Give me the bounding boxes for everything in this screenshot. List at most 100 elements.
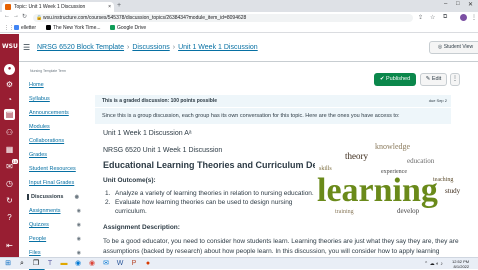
history-icon[interactable]: ◷ (4, 178, 15, 189)
course-nav-item-input-final-grades[interactable]: Input Final Grades (29, 180, 84, 186)
course-nav: Nursing Template Term Home Syllabus Announ… (19, 62, 87, 270)
cloud-word: teaching (433, 177, 453, 183)
tab-close-icon[interactable]: × (108, 2, 111, 12)
bookmark-item[interactable]: elletter (14, 24, 36, 33)
dashboard-icon[interactable]: ◔ (4, 94, 15, 105)
discussion-heading: Educational Learning Theories and Curric… (103, 160, 337, 170)
course-nav-item-quizzes[interactable]: Quizzes ◉ (29, 222, 84, 228)
bookmark-favicon-icon (46, 25, 51, 30)
discussion-subtitle: NRSG 6520 Unit 1 Week 1 Discussion (103, 147, 223, 154)
bookmark-favicon-icon (110, 25, 115, 30)
course-nav-item-discussions[interactable]: Discussions ◉ (27, 194, 82, 200)
visibility-icon: ◉ (76, 250, 81, 256)
cloud-word: learning (317, 172, 438, 209)
global-nav: WSU ● ⚙ ◔ ▤ ⚇ ▦ ✉ 10 ◷ ↻ ? ⇤ (0, 34, 19, 257)
windows-start-icon[interactable]: ⊞ (4, 260, 12, 268)
profile-avatar[interactable] (460, 14, 467, 21)
assignment-heading: Assignment Description: (103, 224, 180, 231)
collapse-nav-icon[interactable]: ⇤ (4, 240, 15, 251)
powerpoint-icon[interactable]: P (130, 260, 138, 268)
assignment-description: To be a good educator, you need to consi… (103, 238, 459, 255)
os-taskbar: ⊞ ⌕ ❐ T ▬ ◉ ◉ ✉ W P ● ⌃ ☁ ◐ ♪ 12:52 PM 8… (0, 257, 478, 269)
course-nav-item-home[interactable]: Home (29, 82, 84, 88)
discussion-title: Unit 1 Week 1 Discussion Aᵃ (103, 130, 192, 137)
bookmark-item[interactable]: The New York Time... (46, 24, 101, 33)
course-nav-item-modules[interactable]: Modules (29, 124, 84, 130)
commons-icon[interactable]: ↻ (4, 195, 15, 206)
chrome-icon[interactable]: ◉ (88, 260, 96, 268)
minimize-icon[interactable]: – (444, 1, 447, 7)
lock-icon: 🔒 (36, 15, 43, 21)
course-nav-item-grades[interactable]: Grades (29, 152, 84, 158)
app-icon[interactable]: ● (144, 260, 152, 268)
bookmark-favicon-icon (14, 25, 19, 30)
canvas-favicon-icon (5, 4, 11, 10)
tab-title: Topic: Unit 1 Week 1 Discussion (14, 4, 86, 10)
word-icon[interactable]: W (116, 260, 124, 268)
cloud-word: education (407, 157, 435, 165)
course-nav-item-student-resources[interactable]: Student Resources (29, 166, 84, 172)
visibility-icon: ◉ (74, 194, 79, 200)
account-avatar[interactable]: ● (4, 64, 15, 75)
course-header: ☰ NRSG 6520 Block Template › Discussions › U… (19, 34, 478, 61)
published-button[interactable]: ✔ Published (374, 73, 416, 86)
reload-icon[interactable]: ↻ (22, 13, 27, 20)
immersive-reader-icon[interactable]: Aᵃ (184, 130, 191, 137)
course-nav-item-files[interactable]: Files ◉ (29, 250, 84, 256)
inbox-badge: 10 (11, 159, 18, 164)
breadcrumb: NRSG 6520 Block Template › Discussions › Uni… (37, 44, 258, 51)
new-tab-button[interactable]: + (117, 2, 121, 10)
edge-icon[interactable]: ◉ (74, 260, 82, 268)
taskbar-clock[interactable]: 12:52 PM 8/1/2022 (452, 259, 469, 269)
list-item: 1. Analyze a variety of learning theories… (105, 190, 314, 197)
cloud-word: knowledge (375, 142, 411, 151)
outcomes-heading: Unit Outcome(s): (103, 177, 156, 184)
window-close-icon[interactable]: ✕ (468, 1, 473, 8)
forward-icon[interactable]: → (13, 13, 19, 19)
cloud-word: theory (345, 151, 368, 161)
system-tray[interactable]: ⌃ ☁ ◐ ♪ (424, 261, 443, 267)
hamburger-menu-icon[interactable]: ☰ (23, 43, 30, 52)
course-nav-item-announcements[interactable]: Announcements (29, 110, 84, 116)
course-term: Nursing Template Term (30, 69, 66, 73)
back-icon[interactable]: ← (4, 13, 10, 19)
outlook-icon[interactable]: ✉ (102, 260, 110, 268)
more-options-button[interactable]: ⋮ (450, 73, 460, 86)
breadcrumb-course[interactable]: NRSG 6520 Block Template (37, 44, 124, 51)
bookmark-star-icon[interactable]: ☆ (430, 14, 435, 21)
bookmark-item[interactable]: Google Drive (110, 24, 146, 33)
bookmarks-bar: ⋮⋮ elletter The New York Time... Google … (0, 24, 478, 33)
group-info-notice: Since this is a group discussion, each g… (95, 108, 451, 124)
graded-notice: This is a graded discussion: 100 points … (95, 95, 451, 107)
inbox-icon[interactable]: ✉ 10 (4, 159, 18, 172)
browser-tab[interactable]: Topic: Unit 1 Week 1 Discussion × (2, 2, 114, 12)
course-nav-item-syllabus[interactable]: Syllabus (29, 96, 84, 102)
breadcrumb-topic[interactable]: Unit 1 Week 1 Discussion (178, 44, 258, 51)
task-view-icon[interactable]: ❐ (32, 260, 40, 268)
discussion-actions: ✔ Published ✎ Edit ⋮ (87, 62, 478, 90)
groups-icon[interactable]: ⚇ (4, 127, 15, 138)
help-icon[interactable]: ? (4, 212, 15, 223)
browser-menu-icon[interactable]: ⋮ (471, 14, 477, 21)
teams-icon[interactable]: T (46, 260, 54, 268)
search-icon[interactable]: ⌕ (18, 260, 26, 268)
due-date: due Sep 2 (428, 98, 447, 103)
course-nav-item-people[interactable]: People ◉ (29, 236, 84, 242)
learning-word-cloud-image: knowledge theory education skills experi… (315, 137, 465, 222)
calendar-icon[interactable]: ▦ (4, 144, 15, 155)
course-nav-item-collaborations[interactable]: Collaborations (29, 138, 84, 144)
visibility-icon: ◉ (76, 236, 81, 242)
admin-icon[interactable]: ⚙ (4, 79, 15, 90)
course-nav-item-assignments[interactable]: Assignments ◉ (29, 208, 84, 214)
file-explorer-icon[interactable]: ▬ (60, 260, 68, 268)
apps-icon[interactable]: ⋮⋮ (4, 24, 14, 33)
courses-icon[interactable]: ▤ (4, 109, 15, 120)
student-view-button[interactable]: ◎ Student View (429, 41, 478, 54)
extensions-icon[interactable]: ⧉ (443, 14, 447, 21)
edit-button[interactable]: ✎ Edit (420, 73, 447, 86)
breadcrumb-discussions[interactable]: Discussions (132, 44, 169, 51)
maximize-icon[interactable]: □ (456, 1, 460, 7)
share-icon[interactable]: ⇪ (418, 14, 423, 21)
wsu-logo[interactable]: WSU (2, 43, 18, 50)
url-field[interactable]: 🔒 wsu.instructure.com/courses/545378/dis… (33, 14, 413, 22)
